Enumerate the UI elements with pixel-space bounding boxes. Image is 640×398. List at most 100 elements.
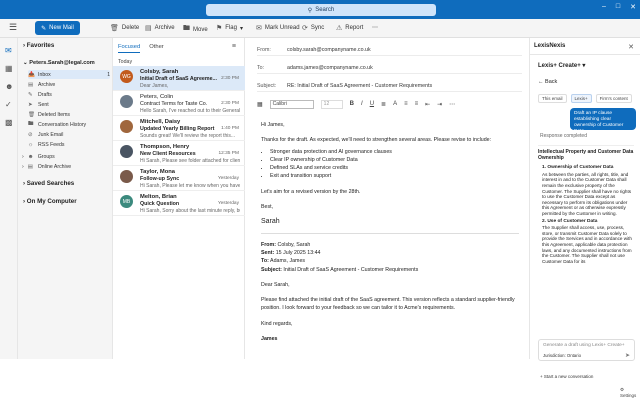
- jurisdiction-select[interactable]: Jurisdiction: Ontario: [543, 353, 581, 358]
- from-field[interactable]: colsby.sarah@companyname.co.uk: [287, 47, 371, 53]
- font-select[interactable]: Calibri: [269, 99, 314, 109]
- back-arrow-icon: ←: [538, 79, 546, 85]
- list-item[interactable]: Thompson, Henry New Client Resources 12:35…: [113, 141, 245, 166]
- message-list: Focused Other ≡ Today WG Colsby, Sarah Ini…: [113, 38, 245, 359]
- app-rail: ✉ ▦ ☻ ✓ ▩: [0, 38, 18, 359]
- sender-name: Thompson, Henry: [140, 144, 190, 150]
- account-header[interactable]: ⌄ Peters.Sarah@legal.com: [23, 60, 95, 66]
- calendar-icon[interactable]: ▦: [5, 64, 13, 73]
- list-item[interactable]: Peters, Colin Contract Terms for Taste Co…: [113, 91, 245, 116]
- to-row[interactable]: To: adams.james@companyname.co.uk: [257, 62, 522, 74]
- from-row[interactable]: From: colsby.sarah@companyname.co.uk: [257, 44, 522, 56]
- back-button[interactable]: ← Back: [538, 79, 557, 85]
- response-status: Response completed: [540, 133, 587, 139]
- tab-other[interactable]: Other: [149, 44, 164, 53]
- message-body[interactable]: Hi James, Thanks for the draft. As expec…: [261, 121, 519, 350]
- list-item[interactable]: WG Colsby, Sarah Initial Draft of SaaS Agr…: [113, 66, 245, 91]
- folder-drafts[interactable]: ✎ Drafts: [28, 90, 110, 99]
- list-item[interactable]: Taylor, Mona Follow-up Sync Yesterday Hi Sa…: [113, 166, 245, 191]
- archive-icon: ▤: [145, 25, 152, 32]
- requirements-list: Stronger data protection and AI governan…: [270, 148, 519, 181]
- on-my-computer-header[interactable]: › On My Computer: [23, 198, 77, 205]
- folder-inbox[interactable]: 📥 Inbox 1: [28, 70, 110, 79]
- close-window-icon[interactable]: ✕: [630, 3, 636, 11]
- message-time: 2:30 PM: [221, 76, 239, 81]
- folder-conversation-history[interactable]: 🖿 Conversation History: [28, 120, 110, 129]
- folder-junk[interactable]: ⊘ Junk Email: [28, 130, 110, 139]
- indent-icon[interactable]: ⇥: [437, 101, 442, 108]
- delete-button[interactable]: 🗑 Delete: [110, 24, 139, 32]
- list-item[interactable]: MB Melton, Brian Quick Question Yesterday Hi…: [113, 191, 245, 216]
- message-subject: Updated Yearly Billing Report: [140, 126, 215, 132]
- bullets-icon[interactable]: ≡: [404, 101, 408, 107]
- more-options-button[interactable]: ⋯: [372, 24, 378, 31]
- message-snippet: Hi Sarah, Sorry about the last minute re…: [140, 208, 240, 214]
- subject-field[interactable]: RE: Initial Draft of SaaS Agreement - Cu…: [287, 83, 432, 89]
- filter-icon[interactable]: ≡: [232, 43, 236, 50]
- strikethrough-icon[interactable]: ≣: [381, 101, 386, 108]
- list-item[interactable]: Mitchell, Daisy Updated Yearly Billing Re…: [113, 116, 245, 141]
- close-icon[interactable]: ✕: [628, 43, 634, 51]
- sender-name: Melton, Brian: [140, 194, 177, 200]
- flag-button[interactable]: ⚑ Flag ▾: [216, 24, 243, 32]
- send-icon[interactable]: ➤: [625, 352, 630, 359]
- minimize-icon[interactable]: –: [602, 3, 606, 11]
- report-button[interactable]: ⚠ Report: [336, 24, 363, 32]
- tab-this-email[interactable]: This email: [538, 94, 567, 103]
- folder-rss[interactable]: ☼ RSS Feeds: [28, 140, 110, 149]
- message-snippet: Hi Sarah, Please let me know when you ha…: [140, 183, 240, 189]
- font-color-icon[interactable]: A: [393, 101, 397, 107]
- envelope-icon: ✉: [256, 25, 262, 32]
- new-conversation-button[interactable]: + Start a new conversation: [540, 374, 593, 379]
- rss-icon: ☼: [28, 141, 34, 148]
- tab-lexis[interactable]: Lexis+: [570, 94, 592, 103]
- archive-icon: ▤: [27, 163, 33, 170]
- maximize-icon[interactable]: □: [616, 3, 620, 11]
- outdent-icon[interactable]: ⇤: [425, 101, 430, 108]
- avatar: [120, 145, 133, 158]
- sync-button[interactable]: ⟳ Sync: [302, 24, 324, 32]
- source-tabs: This email Lexis+ Firm's content: [538, 94, 632, 103]
- pane-header: LexisNexis: [534, 43, 566, 49]
- tab-focused[interactable]: Focused: [118, 44, 141, 53]
- bold-icon[interactable]: B: [350, 101, 354, 107]
- folder-groups[interactable]: › ☻ Groups: [22, 152, 104, 161]
- sent-icon: ➤: [28, 101, 33, 108]
- archive-button[interactable]: ▤ Archive: [145, 24, 175, 32]
- quoted-header: From: Colsby, Sarah Sent: 15 July 2025 1…: [261, 241, 419, 273]
- italic-icon[interactable]: I: [361, 101, 363, 107]
- prompt-input[interactable]: Generate a draft using Lexis+ Create+ Ju…: [538, 339, 635, 361]
- new-mail-button[interactable]: ✎ New Mail: [35, 21, 80, 35]
- more-icon[interactable]: ⋯: [449, 101, 455, 108]
- search-box[interactable]: ⚲ Search: [206, 4, 436, 16]
- folder-sent[interactable]: ➤ Sent: [28, 100, 110, 109]
- format-painter-icon[interactable]: ▦: [257, 101, 263, 108]
- folder-pane: › Favorites ⌄ Peters.Sarah@legal.com 📥 In…: [18, 38, 113, 359]
- underline-icon[interactable]: U: [370, 101, 374, 107]
- people-icon[interactable]: ☻: [5, 82, 13, 91]
- subject-row[interactable]: Subject: RE: Initial Draft of SaaS Agreem…: [257, 80, 522, 92]
- to-field[interactable]: adams.james@companyname.co.uk: [287, 65, 373, 71]
- tasks-icon[interactable]: ✓: [5, 100, 12, 109]
- message-time: 2:30 PM: [221, 101, 239, 106]
- more-icon: ⋯: [372, 25, 378, 31]
- tab-firms-content[interactable]: Firm's content: [595, 94, 632, 103]
- favorites-header[interactable]: › Favorites: [23, 42, 54, 49]
- folder-archive[interactable]: ▤ Archive: [28, 80, 110, 89]
- mark-unread-button[interactable]: ✉ Mark Unread: [256, 24, 300, 32]
- flag-icon: ⚑: [216, 25, 223, 32]
- numbering-icon[interactable]: ≡: [415, 101, 419, 107]
- saved-searches-header[interactable]: › Saved Searches: [23, 180, 74, 187]
- lexis-title[interactable]: Lexis+ Create+ ▾: [538, 62, 585, 69]
- folder-online-archive[interactable]: › ▤ Online Archive: [22, 162, 104, 171]
- hamburger-menu-icon[interactable]: ☰: [9, 22, 17, 33]
- move-button[interactable]: 🖿 Move: [183, 24, 208, 35]
- trash-icon: 🗑: [28, 111, 35, 118]
- apps-icon[interactable]: ▩: [5, 118, 13, 127]
- font-size-select[interactable]: 12: [320, 99, 343, 109]
- search-placeholder: Search: [315, 7, 335, 13]
- folder-deleted[interactable]: 🗑 Deleted Items: [28, 110, 110, 119]
- title-bar: ⚲ Search – □ ✕: [0, 0, 640, 19]
- settings-button[interactable]: ⚙ Settings: [620, 387, 640, 398]
- mail-icon[interactable]: ✉: [5, 46, 12, 55]
